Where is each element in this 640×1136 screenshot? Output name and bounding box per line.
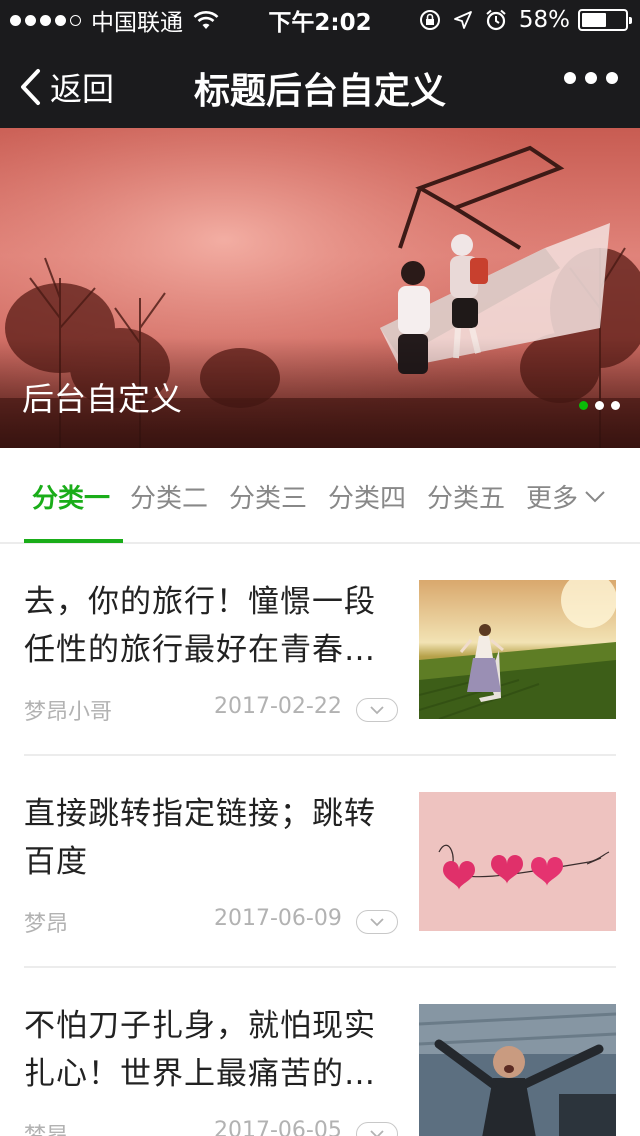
carrier-name: 中国联通 (91, 10, 183, 36)
article-date: 2017-06-05 (214, 1118, 342, 1136)
chevron-down-icon (370, 706, 384, 715)
article-author: 梦昂小哥 (24, 700, 113, 725)
navigation-bar: 返回 标题后台自定义 (0, 40, 640, 128)
article-author: 梦昂 (24, 1118, 68, 1136)
status-right: 58% (419, 7, 632, 33)
article-expand-button[interactable] (356, 698, 398, 722)
wifi-icon (193, 11, 219, 29)
article-date: 2017-06-09 (214, 906, 342, 931)
article-thumbnail (419, 792, 616, 931)
article-item[interactable]: 去，你的旅行！憧憬一段任性的旅行最好在青春的时候 梦昂小哥 2017-02-22 (24, 544, 616, 756)
chevron-left-icon (21, 69, 40, 105)
article-thumbnail (419, 1004, 616, 1136)
article-title: 直接跳转指定链接；跳转百度 (24, 796, 376, 880)
chevron-down-icon (370, 1130, 384, 1136)
chevron-down-icon (585, 490, 605, 502)
article-title: 去，你的旅行！憧憬一段任性的旅行最好在青春的时候 (24, 584, 376, 668)
signal-strength-icon (10, 14, 81, 26)
more-dots-icon (564, 72, 576, 84)
chevron-down-icon (370, 918, 384, 927)
app-screen: 中国联通 下午2:02 58% 返回 标题后台自定义 后台自定义 分类一 分类二… (0, 0, 640, 1136)
tab-category-3[interactable]: 分类三 (229, 478, 307, 515)
tab-category-5[interactable]: 分类五 (427, 478, 505, 515)
location-arrow-icon (453, 11, 472, 29)
back-button[interactable]: 返回 (18, 64, 114, 110)
alarm-clock-icon (486, 9, 506, 31)
status-left: 中国联通 (10, 3, 219, 37)
article-title: 不怕刀子扎身，就怕现实扎心！世界上最痛苦的事情 (24, 1008, 376, 1092)
article-date: 2017-02-22 (214, 694, 342, 719)
battery-icon (578, 9, 632, 31)
tab-more-label: 更多 (526, 484, 579, 514)
article-expand-button[interactable] (356, 1122, 398, 1136)
tab-category-1[interactable]: 分类一 (32, 478, 110, 515)
tab-category-2[interactable]: 分类二 (130, 478, 208, 515)
article-item[interactable]: 直接跳转指定链接；跳转百度 梦昂 2017-06-09 (24, 756, 616, 968)
tab-category-4[interactable]: 分类四 (328, 478, 406, 515)
carousel-indicator (579, 401, 620, 410)
banner-carousel[interactable]: 后台自定义 (0, 128, 640, 448)
article-thumbnail (419, 580, 616, 719)
rotation-lock-icon (419, 10, 440, 30)
banner-caption: 后台自定义 (22, 380, 183, 418)
carousel-dot (611, 401, 620, 410)
battery-level-fill (582, 13, 607, 27)
carousel-dot (579, 401, 588, 410)
carousel-dot (595, 401, 604, 410)
more-menu-button[interactable] (564, 72, 618, 84)
tab-more[interactable]: 更多 (526, 478, 606, 515)
battery-percent: 58% (518, 7, 570, 33)
status-bar: 中国联通 下午2:02 58% (0, 0, 640, 40)
category-tabs: 分类一 分类二 分类三 分类四 分类五 更多 (0, 448, 640, 544)
article-author: 梦昂 (24, 912, 69, 937)
article-expand-button[interactable] (356, 910, 398, 934)
active-tab-indicator (24, 539, 123, 543)
back-label: 返回 (50, 70, 115, 108)
article-item[interactable]: 不怕刀子扎身，就怕现实扎心！世界上最痛苦的事情 梦昂 2017-06-05 (24, 968, 616, 1136)
